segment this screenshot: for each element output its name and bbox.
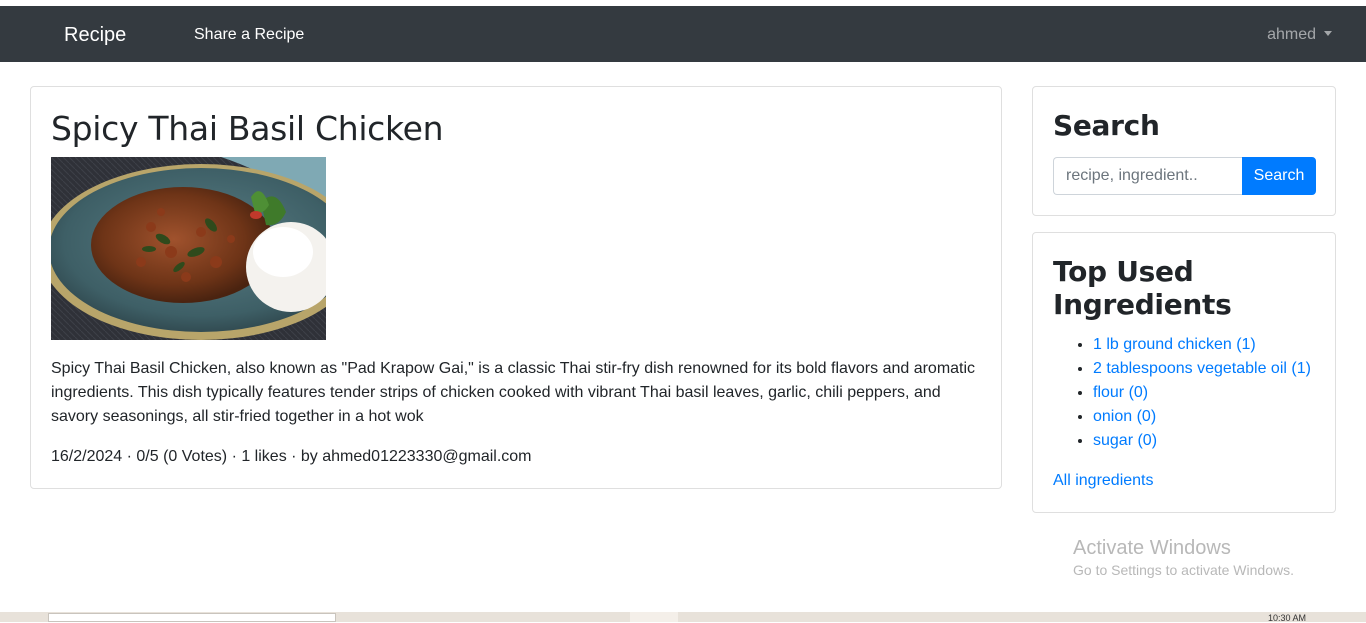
recipe-meta: 16/2/2024 · 0/5 (0 Votes) · 1 likes · by… xyxy=(51,448,532,465)
user-name: ahmed xyxy=(1267,26,1316,43)
recipe-card: Spicy Thai Basil Chicken Spicy Thai Basi… xyxy=(30,86,1002,489)
activate-windows-watermark: Activate Windows Go to Settings to activ… xyxy=(1073,536,1294,580)
ingredient-link[interactable]: 1 lb ground chicken (1) xyxy=(1093,336,1256,353)
top-ingredients-title-line2: Ingredients xyxy=(1053,288,1232,321)
taskbar-active-app[interactable] xyxy=(630,612,678,622)
watermark-title: Activate Windows xyxy=(1073,537,1231,559)
recipe-title: Spicy Thai Basil Chicken xyxy=(51,109,444,148)
ingredient-link[interactable]: 2 tablespoons vegetable oil (1) xyxy=(1093,360,1311,377)
caret-down-icon xyxy=(1324,31,1332,36)
ingredient-link[interactable]: onion (0) xyxy=(1093,408,1156,425)
nav-share-recipe-link[interactable]: Share a Recipe xyxy=(194,25,304,45)
watermark-subtitle: Go to Settings to activate Windows. xyxy=(1073,562,1294,578)
taskbar-search-box[interactable] xyxy=(48,613,336,622)
list-item: flour (0) xyxy=(1093,381,1311,405)
top-ingredients-card: Top Used Ingredients 1 lb ground chicken… xyxy=(1032,232,1336,513)
ingredient-link[interactable]: flour (0) xyxy=(1093,384,1148,401)
top-ingredients-title-line1: Top Used xyxy=(1053,255,1194,288)
ingredient-list: 1 lb ground chicken (1) 2 tablespoons ve… xyxy=(1093,333,1311,453)
search-card: Search Search xyxy=(1032,86,1336,216)
navbar-brand[interactable]: Recipe xyxy=(64,23,126,47)
ingredient-link[interactable]: sugar (0) xyxy=(1093,432,1157,449)
list-item: onion (0) xyxy=(1093,405,1311,429)
recipe-description: Spicy Thai Basil Chicken, also known as … xyxy=(51,360,976,425)
list-item: sugar (0) xyxy=(1093,429,1311,453)
search-button[interactable]: Search xyxy=(1242,157,1316,195)
search-title: Search xyxy=(1053,109,1160,142)
navbar: Recipe Share a Recipe ahmed xyxy=(0,6,1366,62)
list-item: 1 lb ground chicken (1) xyxy=(1093,333,1311,357)
search-input[interactable] xyxy=(1053,157,1243,195)
all-ingredients-link[interactable]: All ingredients xyxy=(1053,469,1154,493)
taskbar: 10:30 AM xyxy=(0,612,1366,623)
list-item: 2 tablespoons vegetable oil (1) xyxy=(1093,357,1311,381)
recipe-image xyxy=(51,157,326,340)
user-dropdown[interactable]: ahmed xyxy=(1267,25,1332,45)
thai-basil-chicken-photo xyxy=(51,157,326,340)
